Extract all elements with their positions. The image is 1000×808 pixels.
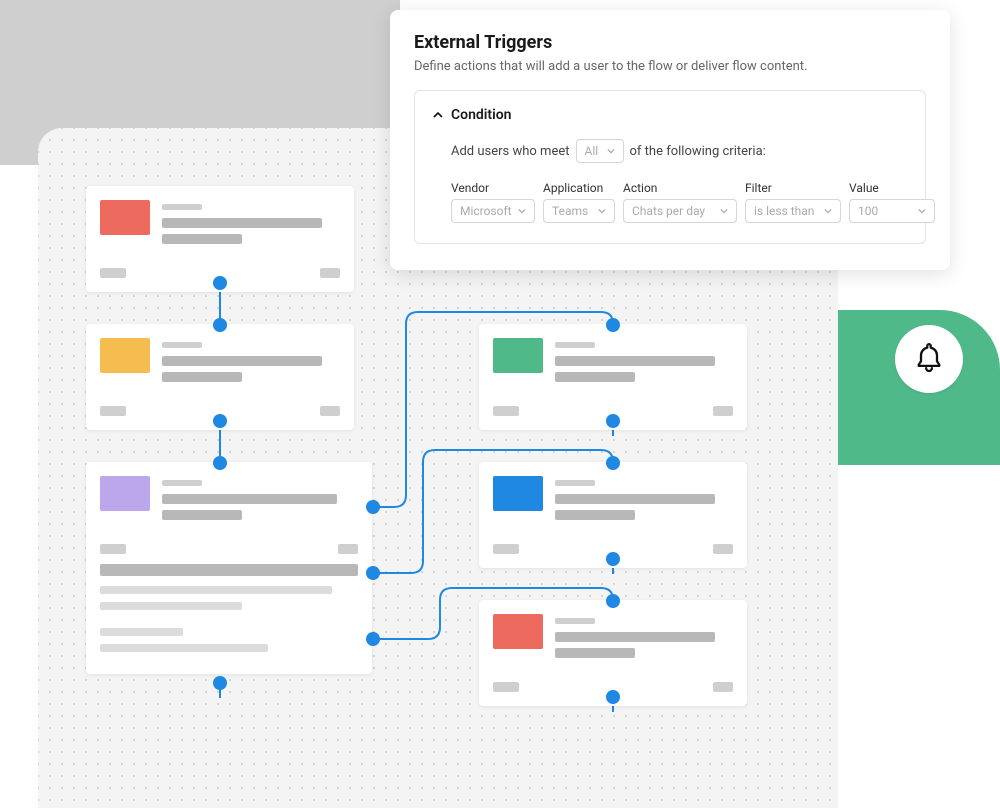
action-value: Chats per day <box>632 204 705 218</box>
card-footer-right <box>338 544 358 554</box>
application-select[interactable]: Teams <box>543 199 615 223</box>
match-mode-select[interactable]: All <box>576 139 624 163</box>
connector-node[interactable] <box>606 594 620 608</box>
card-footer-left <box>100 544 126 554</box>
connector-node[interactable] <box>606 690 620 704</box>
connector-node[interactable] <box>606 414 620 428</box>
vendor-label: Vendor <box>451 181 535 195</box>
card-footer-left <box>493 544 519 554</box>
chevron-down-icon <box>598 207 606 215</box>
value-label: Value <box>849 181 935 195</box>
card-placeholder-lines <box>162 476 358 526</box>
action-select[interactable]: Chats per day <box>623 199 737 223</box>
flow-card-expanded[interactable] <box>86 462 372 674</box>
connector-node[interactable] <box>606 318 620 332</box>
card-placeholder-lines <box>162 200 340 250</box>
connector-node[interactable] <box>213 456 227 470</box>
card-placeholder-lines <box>555 614 733 664</box>
external-triggers-panel: External Triggers Define actions that wi… <box>390 10 950 270</box>
card-footer-right <box>713 682 733 692</box>
condition-header[interactable]: Condition <box>433 107 907 123</box>
connector-node-output[interactable] <box>366 566 380 580</box>
match-mode-value: All <box>585 144 599 158</box>
card-footer-right <box>713 406 733 416</box>
filter-label: Filter <box>745 181 841 195</box>
value-value: 100 <box>858 204 878 218</box>
sentence-post: of the following criteria: <box>630 144 766 159</box>
card-extra-content <box>100 564 358 652</box>
connector-node[interactable] <box>606 456 620 470</box>
filter-value: is less than <box>754 204 814 218</box>
connector-node[interactable] <box>213 276 227 290</box>
card-footer-left <box>100 268 126 278</box>
card-placeholder-lines <box>555 476 733 526</box>
notification-bell-button[interactable] <box>895 325 963 393</box>
bell-icon <box>915 343 943 375</box>
chevron-down-icon <box>824 207 832 215</box>
vendor-value: Microsoft <box>460 204 512 218</box>
card-placeholder-lines <box>555 338 733 388</box>
connector-node[interactable] <box>213 318 227 332</box>
application-value: Teams <box>552 204 588 218</box>
card-placeholder-lines <box>162 338 340 388</box>
panel-description: Define actions that will add a user to t… <box>414 59 926 74</box>
condition-fields-row: Vendor Microsoft Application Teams Actio… <box>451 181 907 223</box>
card-thumbnail <box>100 338 150 373</box>
connector-node-output[interactable] <box>366 500 380 514</box>
card-footer-left <box>100 406 126 416</box>
card-footer-right <box>320 268 340 278</box>
application-label: Application <box>543 181 615 195</box>
condition-sentence: Add users who meet All of the following … <box>451 139 907 163</box>
card-thumbnail <box>100 476 150 511</box>
panel-title: External Triggers <box>414 32 926 53</box>
chevron-down-icon <box>607 147 615 155</box>
chevron-down-icon <box>918 207 926 215</box>
card-footer-right <box>320 406 340 416</box>
connector-node[interactable] <box>213 676 227 690</box>
card-footer-left <box>493 406 519 416</box>
connector-node[interactable] <box>213 414 227 428</box>
filter-select[interactable]: is less than <box>745 199 841 223</box>
chevron-down-icon <box>518 207 526 215</box>
card-thumbnail <box>493 476 543 511</box>
chevron-up-icon <box>433 110 443 120</box>
connector-node[interactable] <box>606 552 620 566</box>
sentence-pre: Add users who meet <box>451 144 570 159</box>
card-thumbnail <box>493 338 543 373</box>
card-footer-right <box>713 544 733 554</box>
value-select[interactable]: 100 <box>849 199 935 223</box>
chevron-down-icon <box>720 207 728 215</box>
connector-node-output[interactable] <box>366 632 380 646</box>
card-thumbnail <box>100 200 150 235</box>
action-label: Action <box>623 181 737 195</box>
condition-section: Condition Add users who meet All of the … <box>414 90 926 244</box>
card-footer-left <box>493 682 519 692</box>
condition-label: Condition <box>451 107 512 123</box>
card-thumbnail <box>493 614 543 649</box>
vendor-select[interactable]: Microsoft <box>451 199 535 223</box>
